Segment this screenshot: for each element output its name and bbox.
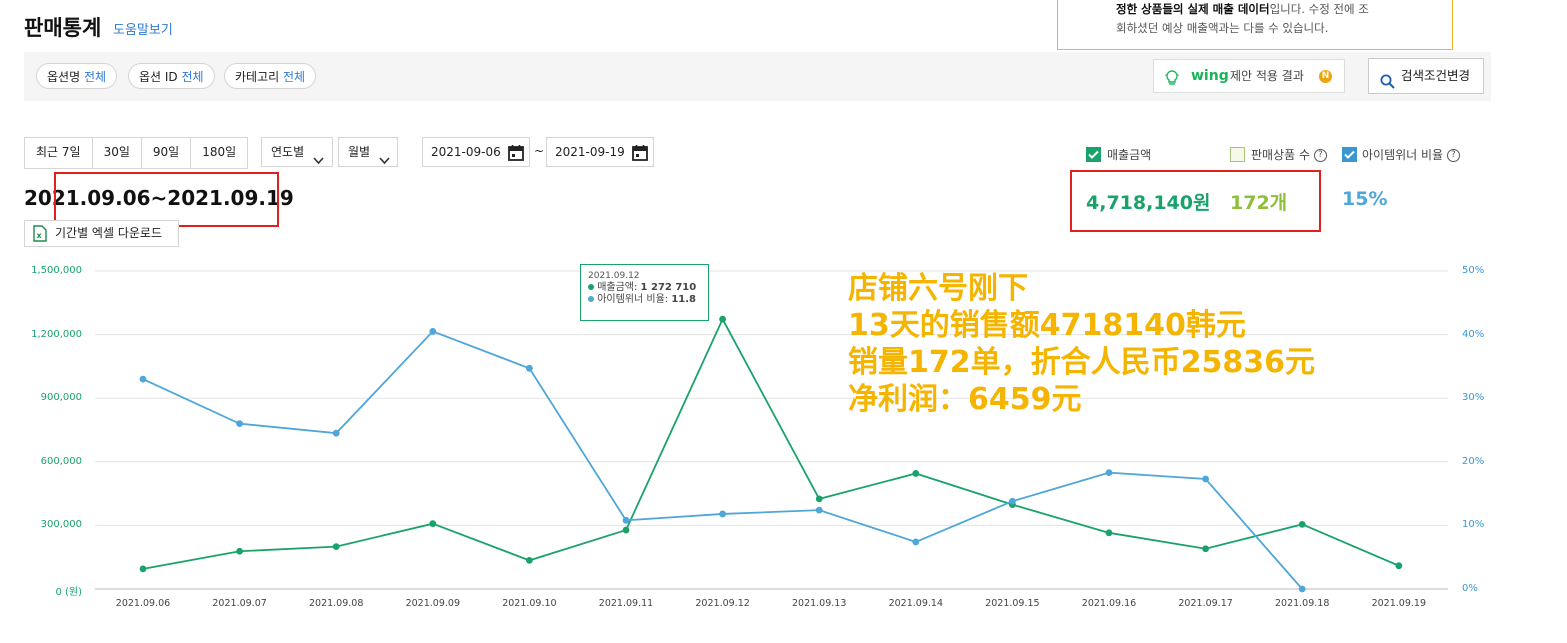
x-tick-label: 2021.09.14 (888, 598, 943, 609)
sales-amount-point (236, 547, 244, 555)
annotation-line: 店铺六号刚下 (848, 271, 1028, 306)
annotation-line: 13天的销售额4718140韩元 (848, 308, 1246, 343)
winner-dot-icon (588, 296, 594, 302)
x-tick-label: 2021.09.10 (502, 598, 557, 609)
y-tick-left: 300,000 (40, 519, 82, 530)
y-tick-left: 600,000 (40, 456, 82, 467)
x-tick-label: 2021.09.18 (1274, 598, 1330, 609)
annotation-line: 销量172单，折合人民币25836元 (848, 345, 1315, 380)
item-winner-point (1298, 585, 1306, 593)
x-tick-label: 2021.09.09 (405, 598, 460, 609)
x-tick-label: 2021.09.06 (115, 598, 171, 609)
item-winner-point (815, 506, 823, 514)
item-winner-point (429, 328, 437, 335)
tooltip-winner-label: 아이템위너 비율: (597, 294, 669, 305)
sales-amount-point (1202, 545, 1209, 553)
x-tick-label: 2021.09.11 (598, 598, 654, 609)
tooltip-winner-row: 아이템위너 비율: 11.8 (588, 294, 701, 306)
chart-tooltip: 2021.09.12 매출금액: 1 272 710 아이템위너 비율: 11.… (580, 264, 709, 321)
y-tick-left: 0 (원) (55, 587, 82, 598)
sales-amount-point (815, 495, 823, 503)
sales-amount-point (1395, 562, 1403, 570)
sales-amount-point (526, 556, 533, 564)
y-tick-left: 1,200,000 (31, 329, 82, 340)
x-tick-label: 2021.09.13 (791, 598, 847, 609)
y-tick-left: 1,500,000 (31, 265, 82, 276)
item-winner-point (1105, 469, 1113, 477)
y-tick-right: 20% (1462, 456, 1485, 467)
y-tick-left: 900,000 (40, 392, 82, 403)
x-tick-label: 2021.09.19 (1371, 598, 1426, 609)
annotation-text: 店铺六号刚下 13天的销售额4718140韩元 销量172单，折合人民币25836元… (848, 270, 1315, 418)
sales-amount-point (719, 315, 726, 323)
sales-amount-point (622, 526, 630, 534)
x-tick-label: 2021.09.12 (695, 598, 750, 609)
y-tick-right: 50% (1462, 265, 1485, 276)
item-winner-point (1009, 497, 1016, 505)
y-tick-right: 40% (1462, 329, 1485, 340)
x-tick-label: 2021.09.16 (1081, 598, 1137, 609)
item-winner-point (622, 516, 630, 524)
annotation-line: 净利润：6459元 (848, 382, 1082, 417)
item-winner-point (912, 538, 920, 546)
sales-amount-point (332, 543, 340, 550)
item-winner-point (719, 510, 726, 518)
x-tick-label: 2021.09.15 (985, 598, 1040, 609)
x-tick-label: 2021.09.17 (1178, 598, 1233, 609)
sales-amount-point (429, 520, 437, 528)
item-winner-point (332, 429, 340, 437)
tooltip-sales-row: 매출금액: 1 272 710 (588, 282, 701, 294)
sales-amount-point (912, 470, 920, 477)
tooltip-date: 2021.09.12 (588, 271, 640, 281)
y-tick-right: 30% (1462, 392, 1485, 403)
tooltip-sales-value: 1 272 710 (640, 282, 697, 293)
y-tick-right: 0% (1462, 583, 1478, 594)
item-winner-point (236, 420, 244, 428)
line-chart (95, 270, 1448, 593)
x-tick-label: 2021.09.07 (212, 598, 267, 609)
tooltip-sales-label: 매출금액: (597, 282, 638, 293)
sales-amount-point (1105, 529, 1113, 537)
tooltip-winner-value: 11.8 (671, 294, 697, 305)
y-tick-right: 10% (1462, 519, 1485, 530)
sales-dot-icon (588, 284, 594, 290)
sales-amount-point (139, 565, 147, 573)
item-winner-point (526, 364, 533, 372)
item-winner-point (139, 375, 147, 383)
sales-amount-point (1298, 520, 1306, 528)
item-winner-point (1202, 475, 1209, 483)
x-tick-label: 2021.09.08 (308, 598, 364, 609)
